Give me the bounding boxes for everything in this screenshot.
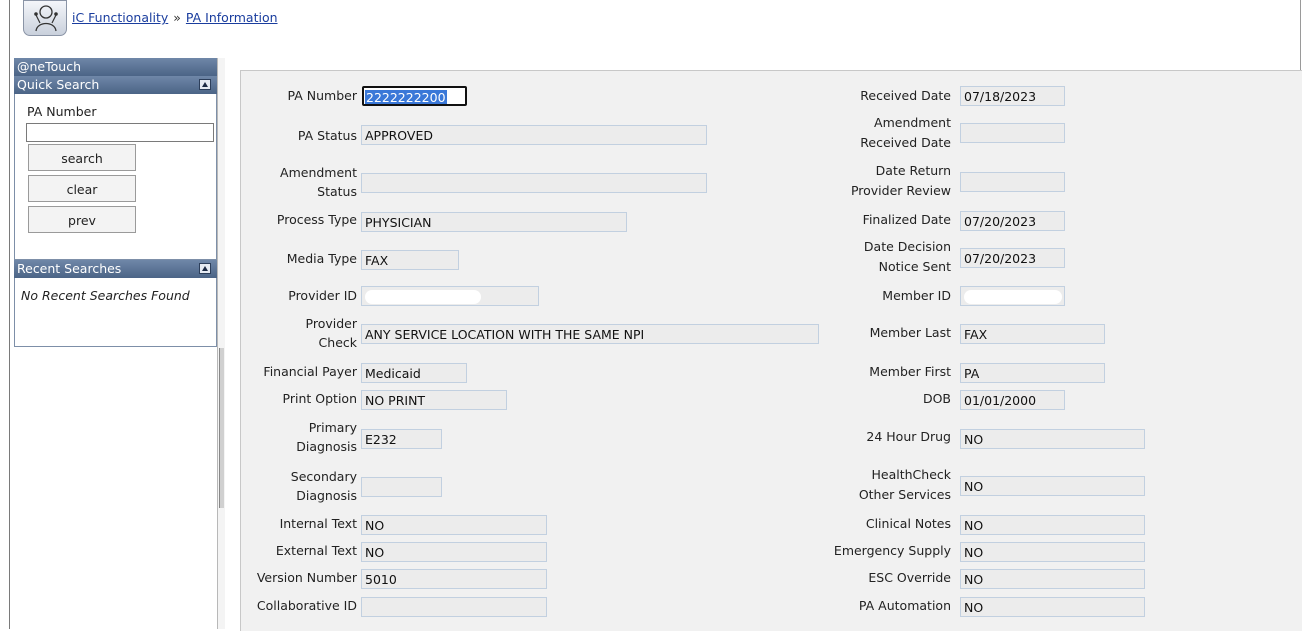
financial-payer-label: Financial Payer bbox=[263, 364, 357, 379]
sidebar: @neTouch Quick Search PA Number search c… bbox=[14, 58, 217, 347]
clear-button[interactable]: clear bbox=[28, 175, 136, 202]
amendment-status-label-line2: Status bbox=[317, 184, 357, 199]
breadcrumb-separator: » bbox=[173, 10, 181, 25]
emergency-supply-field: NO bbox=[960, 542, 1145, 562]
received-date-label: Received Date bbox=[860, 88, 951, 103]
pa-status-label: PA Status bbox=[297, 128, 357, 143]
pa-number-value: 2222222200 bbox=[365, 90, 447, 105]
member-id-redaction bbox=[964, 290, 1062, 304]
provider-check-field: ANY SERVICE LOCATION WITH THE SAME NPI bbox=[361, 324, 819, 344]
dob-field: 01/01/2000 bbox=[960, 390, 1065, 410]
primary-diagnosis-label-line2: Diagnosis bbox=[296, 439, 357, 454]
app-logo-icon[interactable] bbox=[23, 0, 67, 36]
internal-text-field: NO bbox=[361, 515, 547, 535]
member-id-field bbox=[960, 286, 1065, 306]
secondary-diagnosis-label-line1: Secondary bbox=[290, 469, 357, 484]
sidebar-scrollbar-thumb[interactable] bbox=[219, 348, 224, 508]
primary-diagnosis-field: E232 bbox=[361, 429, 442, 449]
amendment-status-field bbox=[361, 173, 707, 193]
external-text-label: External Text bbox=[275, 543, 357, 558]
dob-label: DOB bbox=[922, 391, 951, 406]
pa-status-field: APPROVED bbox=[361, 125, 707, 145]
member-last-label: Member Last bbox=[869, 325, 951, 340]
quick-search-header[interactable]: Quick Search bbox=[14, 76, 217, 94]
member-id-label: Member ID bbox=[882, 288, 951, 303]
member-last-field: FAX bbox=[960, 324, 1105, 344]
esc-override-field: NO bbox=[960, 569, 1145, 589]
process-type-label: Process Type bbox=[276, 212, 357, 227]
24-hour-drug-label: 24 Hour Drug bbox=[866, 429, 951, 444]
breadcrumb-pa-information-link[interactable]: PA Information bbox=[186, 10, 278, 25]
recent-searches-panel: No Recent Searches Found bbox=[14, 278, 217, 347]
pa-number-label: PA Number bbox=[287, 88, 357, 103]
provider-check-label-line2: Check bbox=[318, 335, 357, 350]
date-decision-notice-sent-field: 07/20/2023 bbox=[960, 248, 1065, 268]
amendment-received-date-label-line2: Received Date bbox=[860, 135, 951, 150]
collaborative-id-field bbox=[361, 597, 547, 617]
received-date-field: 07/18/2023 bbox=[960, 86, 1065, 106]
internal-text-label: Internal Text bbox=[279, 516, 357, 531]
pa-automation-field: NO bbox=[960, 597, 1145, 617]
pa-automation-label: PA Automation bbox=[858, 598, 951, 613]
collaborative-id-label: Collaborative ID bbox=[256, 598, 357, 613]
version-number-label: Version Number bbox=[256, 570, 357, 585]
finalized-date-label: Finalized Date bbox=[862, 212, 951, 227]
pa-number-field[interactable]: 2222222200 bbox=[362, 86, 467, 106]
prev-button[interactable]: prev bbox=[28, 206, 136, 233]
clinical-notes-field: NO bbox=[960, 515, 1145, 535]
breadcrumb: iC Functionality » PA Information bbox=[72, 10, 278, 25]
collapse-quick-search-icon[interactable] bbox=[199, 79, 211, 90]
recent-searches-empty-text: No Recent Searches Found bbox=[21, 288, 190, 303]
search-button[interactable]: search bbox=[28, 144, 136, 171]
emergency-supply-label: Emergency Supply bbox=[833, 543, 951, 558]
primary-diagnosis-label-line1: Primary bbox=[308, 420, 357, 435]
provider-id-field bbox=[361, 286, 539, 306]
window-left-border bbox=[9, 0, 10, 629]
clinical-notes-label: Clinical Notes bbox=[865, 516, 951, 531]
member-first-field: PA bbox=[960, 363, 1105, 383]
print-option-label: Print Option bbox=[282, 391, 357, 406]
date-return-provider-review-label-line2: Provider Review bbox=[850, 183, 951, 198]
date-return-provider-review-label-line1: Date Return bbox=[875, 163, 951, 178]
quick-search-panel: PA Number search clear prev bbox=[14, 94, 217, 260]
healthcheck-other-services-label-line1: HealthCheck bbox=[871, 467, 952, 482]
recent-searches-header[interactable]: Recent Searches bbox=[14, 260, 217, 278]
breadcrumb-ic-functionality-link[interactable]: iC Functionality bbox=[72, 10, 168, 25]
sidebar-title: @neTouch bbox=[14, 58, 217, 76]
collapse-recent-searches-icon[interactable] bbox=[199, 263, 211, 274]
quick-search-pa-number-input[interactable] bbox=[26, 123, 214, 142]
esc-override-label: ESC Override bbox=[868, 570, 951, 585]
quick-search-pa-number-label: PA Number bbox=[27, 104, 97, 119]
sidebar-scrollbar[interactable] bbox=[217, 58, 225, 629]
24-hour-drug-field: NO bbox=[960, 429, 1145, 449]
pa-information-panel: PA Number 2222222200 PA Status APPROVED … bbox=[240, 70, 1302, 631]
healthcheck-other-services-field: NO bbox=[960, 476, 1145, 496]
amendment-status-label-line1: Amendment bbox=[280, 165, 357, 180]
member-first-label: Member First bbox=[869, 364, 951, 379]
date-return-provider-review-field bbox=[960, 172, 1065, 192]
date-decision-notice-sent-label-line2: Notice Sent bbox=[878, 259, 951, 274]
provider-check-label-line1: Provider bbox=[305, 316, 357, 331]
process-type-field: PHYSICIAN bbox=[361, 212, 627, 232]
financial-payer-field: Medicaid bbox=[361, 363, 467, 383]
version-number-field: 5010 bbox=[361, 569, 547, 589]
provider-id-redaction bbox=[365, 290, 481, 304]
external-text-field: NO bbox=[361, 542, 547, 562]
healthcheck-other-services-label-line2: Other Services bbox=[858, 487, 951, 502]
amendment-received-date-field bbox=[960, 123, 1065, 143]
quick-search-heading: Quick Search bbox=[17, 77, 100, 92]
secondary-diagnosis-field bbox=[361, 477, 442, 497]
media-type-field: FAX bbox=[361, 250, 459, 270]
date-decision-notice-sent-label-line1: Date Decision bbox=[863, 239, 951, 254]
media-type-label: Media Type bbox=[286, 251, 357, 266]
amendment-received-date-label-line1: Amendment bbox=[874, 115, 951, 130]
provider-id-label: Provider ID bbox=[288, 288, 357, 303]
recent-searches-heading: Recent Searches bbox=[17, 261, 122, 276]
print-option-field: NO PRINT bbox=[361, 390, 507, 410]
secondary-diagnosis-label-line2: Diagnosis bbox=[296, 488, 357, 503]
finalized-date-field: 07/20/2023 bbox=[960, 211, 1065, 231]
